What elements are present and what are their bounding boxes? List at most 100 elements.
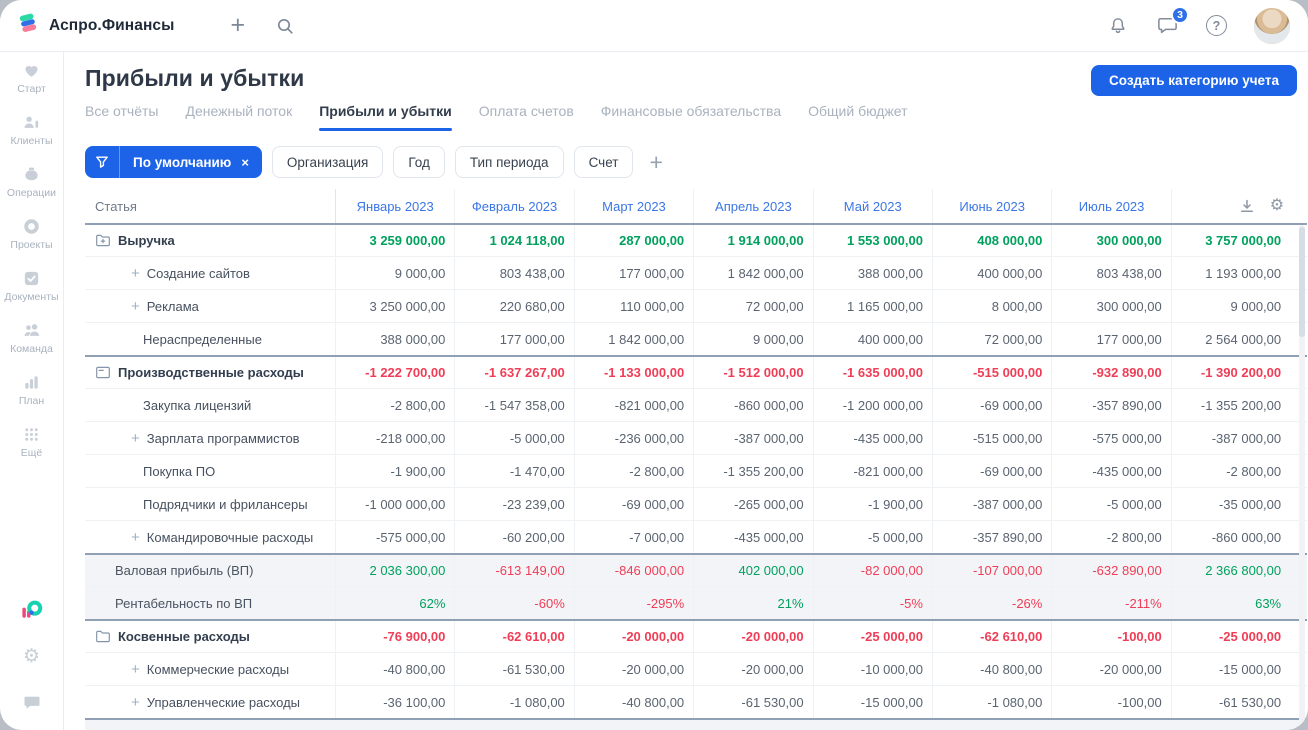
sidebar-item-label: Проекты <box>10 239 53 251</box>
expand-plus-icon[interactable]: + <box>131 265 140 282</box>
cell-value: 2 036 300,00 <box>335 555 454 586</box>
table-row[interactable]: Выручка 3 259 000,00 1 024 118,00 287 000,0… <box>85 223 1307 256</box>
messages-icon[interactable]: 3 <box>1156 6 1189 37</box>
cell-value: -575 000,00 <box>1051 422 1170 454</box>
filter-chip-organization[interactable]: Организация <box>271 146 384 178</box>
sidebar-item-label: Команда <box>10 343 53 355</box>
table-row[interactable]: Покупка ПО -1 900,00 -1 470,00 -2 800,00 -1 … <box>85 454 1307 487</box>
cell-value: -357 890,00 <box>931 521 1051 553</box>
table-row[interactable]: Закупка лицензий -2 800,00 -1 547 358,00 -8… <box>85 388 1307 421</box>
user-avatar[interactable] <box>1254 7 1290 44</box>
card-minus-icon[interactable] <box>95 365 111 380</box>
cell-value: -20 000,00 <box>1051 653 1170 685</box>
add-icon[interactable]: + <box>230 13 245 38</box>
messages-badge: 3 <box>1171 6 1189 24</box>
sidebar-item-plan[interactable]: План <box>4 372 58 407</box>
report-table: Статья Январь 2023 Февраль 2023 Март 2023 А… <box>85 189 1307 730</box>
cell-value: 1 024 118,00 <box>454 225 573 256</box>
sidebar-item-documents[interactable]: Документы <box>4 268 59 303</box>
row-label-cell: + Зарплата программистов <box>85 422 335 454</box>
cell-value: -435 000,00 <box>812 422 932 454</box>
cell-value: -515 000,00 <box>931 357 1051 388</box>
row-label-cell: + Командировочные расходы <box>85 521 335 553</box>
cell-value: 287 000,00 <box>573 225 693 256</box>
cell-value: 2 366 800,00 <box>1170 555 1290 586</box>
table-row[interactable]: Производственные расходы -1 222 700,00 -1 … <box>85 355 1307 388</box>
expand-plus-icon[interactable]: + <box>131 529 140 546</box>
table-row[interactable]: + Создание сайтов 9 000,00 803 438,00 177 00… <box>85 256 1307 289</box>
add-filter-icon[interactable]: + <box>649 150 662 174</box>
expand-plus-icon[interactable]: + <box>131 298 140 315</box>
cell-value: 177 000,00 <box>1051 323 1170 355</box>
filter-chip-close-icon[interactable]: × <box>239 155 262 170</box>
ring-icon <box>21 216 41 236</box>
scrollbar-thumb[interactable] <box>1299 227 1305 337</box>
help-icon[interactable]: ? <box>1206 15 1227 36</box>
row-label-cell: Покупка ПО <box>85 455 335 487</box>
sidebar-item-start[interactable]: Старт <box>4 60 58 95</box>
sidebar-item-team[interactable]: Команда <box>4 320 58 355</box>
cell-value: -1 222 700,00 <box>335 357 454 388</box>
table-row[interactable]: Нераспределенные 388 000,00 177 000,00 1 84… <box>85 322 1307 355</box>
sidebar-item-operations[interactable]: Операции <box>4 164 58 199</box>
table-row[interactable]: + Управленческие расходы -36 100,00 -1 080,… <box>85 685 1307 718</box>
chart-bars-icon <box>21 372 41 392</box>
sidebar-item-more[interactable]: Ещё <box>4 424 58 459</box>
tab-all-reports[interactable]: Все отчёты <box>85 103 158 125</box>
tab-invoices[interactable]: Оплата счетов <box>479 103 574 125</box>
filter-chip-period-type[interactable]: Тип периода <box>454 146 564 178</box>
column-header: Январь 2023 <box>335 189 454 223</box>
tab-cash-flow[interactable]: Денежный поток <box>185 103 292 125</box>
cell-value: 177 000,00 <box>454 323 573 355</box>
expand-plus-icon[interactable]: + <box>131 694 140 711</box>
expand-plus-icon[interactable]: + <box>131 430 140 447</box>
table-header: Статья Январь 2023 Февраль 2023 Март 2023 А… <box>85 189 1307 223</box>
report-tabs: Все отчёты Денежный поток Прибыли и убытки… <box>85 103 1308 131</box>
chat-bubble-icon[interactable] <box>21 692 43 714</box>
folder-plain-icon[interactable] <box>95 629 111 644</box>
row-label-cell: Закупка лицензий <box>85 389 335 421</box>
brand-mark-icon[interactable] <box>21 598 43 620</box>
cell-value: 62% <box>335 587 454 619</box>
table-row[interactable]: + Командировочные расходы -575 000,00 -60 2… <box>85 520 1307 553</box>
row-label-cell: Подрядчики и фрилансеры <box>85 488 335 520</box>
tab-budget[interactable]: Общий бюджет <box>808 103 907 125</box>
table-row[interactable]: Косвенные расходы -76 900,00 -62 610,00 -20… <box>85 619 1307 652</box>
table-settings-gear-icon[interactable]: ⚙ <box>1270 198 1284 214</box>
table-row[interactable]: + Зарплата программистов -218 000,00 -5 000… <box>85 421 1307 454</box>
sidebar-item-projects[interactable]: Проекты <box>4 216 58 251</box>
cell-value: -613 149,00 <box>454 555 573 586</box>
table-scrollbar[interactable] <box>1299 225 1305 730</box>
table-row[interactable]: + Реклама 3 250 000,00 220 680,00 110 000,00… <box>85 289 1307 322</box>
brand[interactable]: Аспро.Финансы <box>16 11 174 40</box>
cell-value: 803 438,00 <box>454 257 573 289</box>
cell-value: 300 000,00 <box>1051 290 1170 322</box>
check-square-icon <box>21 268 41 288</box>
search-icon[interactable] <box>275 16 295 36</box>
tab-profit-loss[interactable]: Прибыли и убытки <box>319 103 452 131</box>
cell-value: 388 000,00 <box>335 323 454 355</box>
filter-chip-account[interactable]: Счет <box>573 146 634 178</box>
tab-liabilities[interactable]: Финансовые обязательства <box>601 103 781 125</box>
cell-value: 21% <box>693 587 812 619</box>
cell-value: -1 133 000,00 <box>573 357 693 388</box>
cell-value: -1 470,00 <box>454 455 573 487</box>
row-label-cell: Косвенные расходы <box>85 621 335 652</box>
create-category-button[interactable]: Создать категорию учета <box>1091 65 1297 96</box>
filter-chip-year[interactable]: Год <box>393 146 445 178</box>
table-row[interactable]: + Коммерческие расходы -40 800,00 -61 530,0… <box>85 652 1307 685</box>
cell-value: -20 000,00 <box>693 621 812 652</box>
expand-plus-icon[interactable]: + <box>131 661 140 678</box>
sidebar-item-clients[interactable]: Клиенты <box>4 112 58 147</box>
cell-value: 72 000,00 <box>931 323 1051 355</box>
partial-next-row <box>85 718 1307 730</box>
table-row[interactable]: Подрядчики и фрилансеры -1 000 000,00 -23 … <box>85 487 1307 520</box>
notifications-bell-icon[interactable] <box>1107 15 1129 37</box>
filter-chip-default[interactable]: По умолчанию × <box>85 146 262 178</box>
row-label: Зарплата программистов <box>146 430 300 446</box>
download-icon[interactable] <box>1239 198 1255 214</box>
folder-plus-icon[interactable] <box>95 233 111 248</box>
gear-icon[interactable]: ⚙ <box>21 645 43 667</box>
column-header: Май 2023 <box>812 189 932 223</box>
cell-value: -387 000,00 <box>693 422 812 454</box>
